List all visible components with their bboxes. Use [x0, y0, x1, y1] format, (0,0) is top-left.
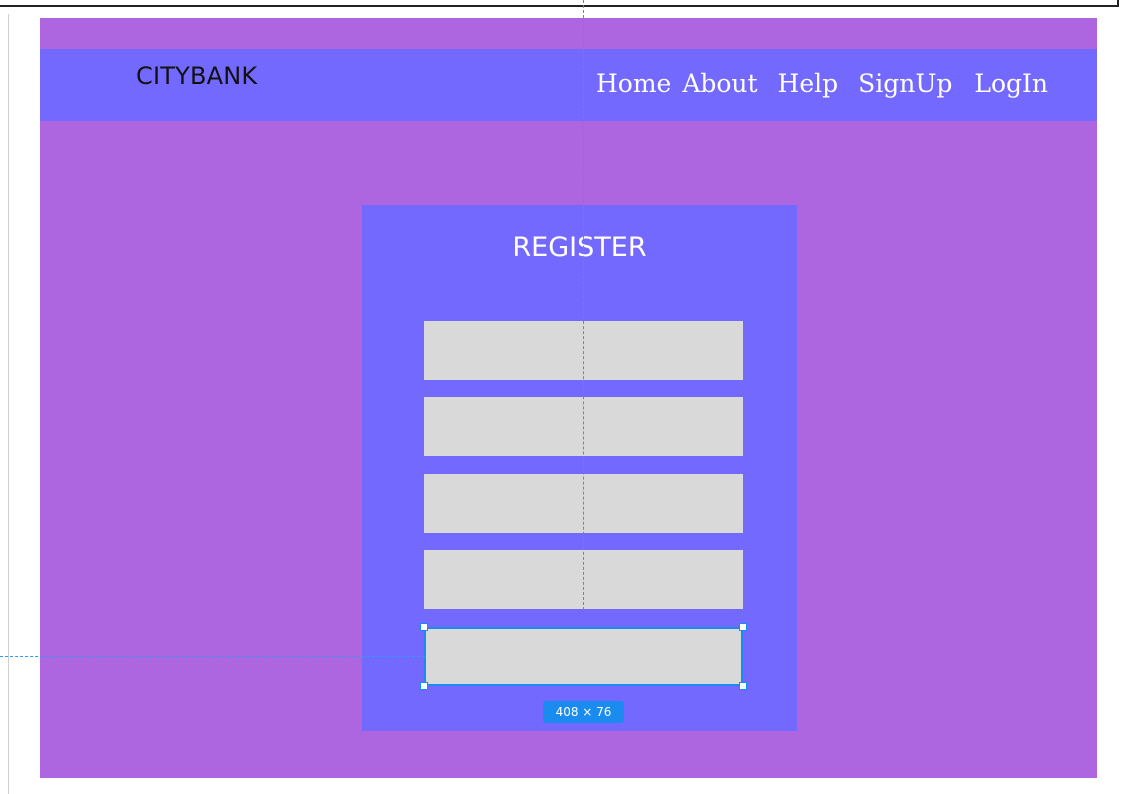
- register-field-5-selected[interactable]: [424, 627, 743, 686]
- nav-login-link[interactable]: LogIn: [974, 69, 1048, 98]
- nav-links: Home About Help SignUp LogIn: [596, 69, 1048, 98]
- canvas-left-rule: [8, 14, 9, 794]
- page-frame: CITYBANK Home About Help SignUp LogIn RE…: [40, 18, 1097, 778]
- nav-signup-link[interactable]: SignUp: [858, 69, 952, 98]
- alignment-guide-horizontal: [0, 656, 425, 657]
- alignment-guide-vertical: [583, 0, 584, 610]
- resize-handle-top-left[interactable]: [420, 623, 428, 631]
- resize-handle-top-right[interactable]: [739, 623, 747, 631]
- selection-size-badge: 408 × 76: [543, 701, 624, 723]
- brand-logo[interactable]: CITYBANK: [136, 62, 257, 90]
- nav-home-link[interactable]: Home: [596, 69, 671, 98]
- canvas-top-border: [0, 0, 1119, 7]
- register-title: REGISTER: [512, 232, 647, 263]
- nav-help-link[interactable]: Help: [778, 69, 839, 98]
- resize-handle-bottom-right[interactable]: [739, 682, 747, 690]
- resize-handle-bottom-left[interactable]: [420, 682, 428, 690]
- nav-about-link[interactable]: About: [682, 69, 757, 98]
- register-card: REGISTER 408 × 76: [362, 205, 797, 731]
